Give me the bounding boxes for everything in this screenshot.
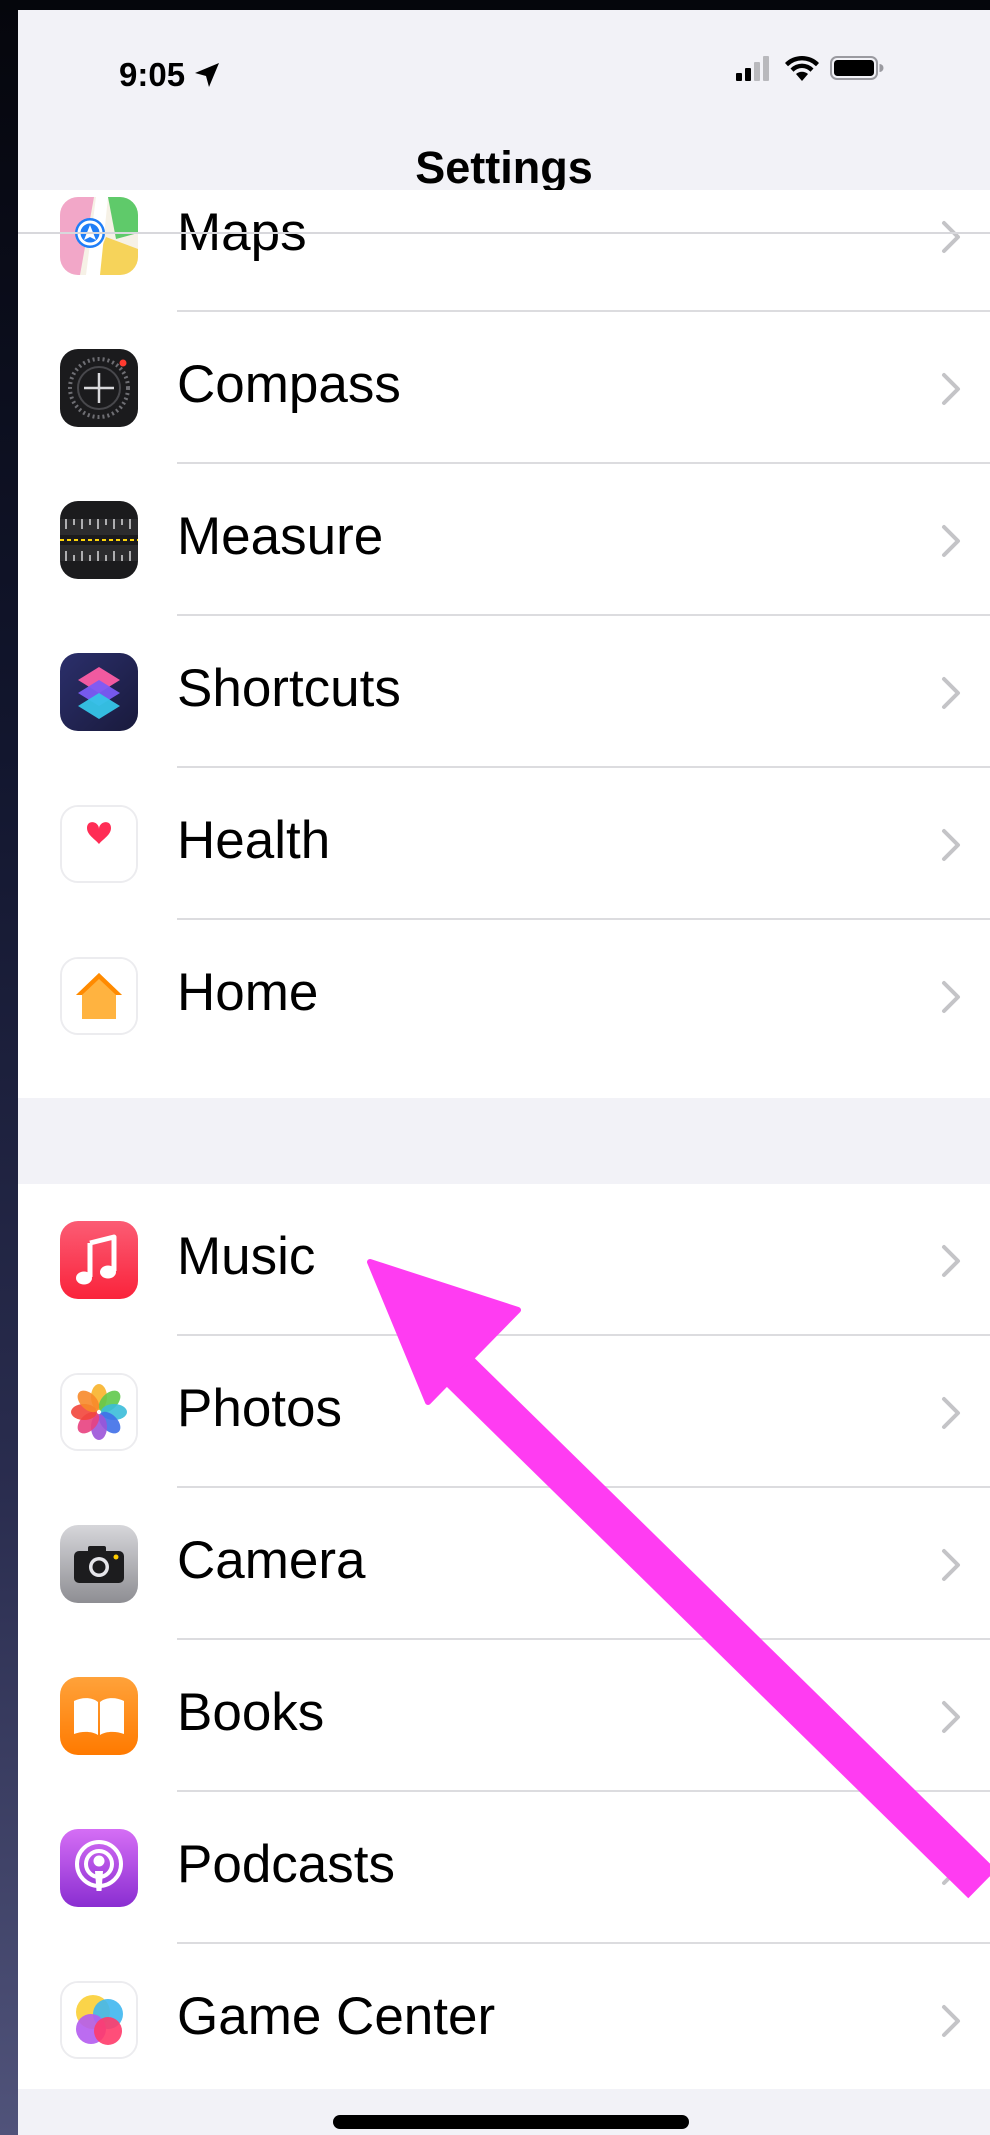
music-icon [60, 1221, 138, 1299]
settings-row-maps[interactable]: Maps [18, 190, 990, 312]
chevron-right-icon [942, 1397, 960, 1429]
maps-icon [60, 197, 138, 275]
status-time: 9:05 [119, 56, 221, 94]
settings-row-photos[interactable]: Photos [18, 1336, 990, 1488]
chevron-right-icon [942, 1245, 960, 1277]
health-icon [60, 805, 138, 883]
settings-row-label: Camera [177, 1531, 366, 1590]
settings-row-label: Books [177, 1683, 325, 1742]
home-icon [60, 957, 138, 1035]
settings-row-label: Music [177, 1227, 316, 1286]
compass-icon [60, 349, 138, 427]
settings-group-media: Music Photos Camera Books Podcasts Game … [18, 1184, 990, 2089]
settings-row-measure[interactable]: Measure [18, 464, 990, 616]
game-center-icon [60, 1981, 138, 2059]
chevron-right-icon [942, 373, 960, 405]
time-text: 9:05 [119, 56, 186, 93]
measure-icon [60, 501, 138, 579]
settings-row-label: Game Center [177, 1987, 496, 2046]
settings-group-apps: Maps Compass Measure Shortcuts Health Ho… [18, 190, 990, 1098]
location-arrow-icon [195, 63, 220, 87]
books-icon [60, 1677, 138, 1755]
battery-icon [830, 56, 884, 80]
chevron-right-icon [942, 2005, 960, 2037]
status-icons [736, 54, 884, 82]
settings-row-label: Podcasts [177, 1835, 396, 1894]
status-bar: 9:05 [18, 10, 990, 135]
chevron-right-icon [942, 677, 960, 709]
chevron-right-icon [942, 1549, 960, 1581]
camera-icon [60, 1525, 138, 1603]
home-indicator[interactable] [333, 2115, 689, 2129]
settings-row-health[interactable]: Health [18, 768, 990, 920]
nav-bar-separator [18, 232, 990, 234]
cellular-signal-icon [736, 56, 769, 81]
settings-row-label: Photos [177, 1379, 343, 1438]
settings-screen: 9:05 Settings Maps Compass Measure Short… [18, 10, 990, 2135]
settings-row-label: Compass [177, 355, 401, 414]
settings-row-music[interactable]: Music [18, 1184, 990, 1336]
settings-row-home[interactable]: Home [18, 920, 990, 1072]
settings-row-label: Home [177, 963, 319, 1022]
settings-row-camera[interactable]: Camera [18, 1488, 990, 1640]
photos-icon [60, 1373, 138, 1451]
chevron-right-icon [942, 981, 960, 1013]
podcasts-icon [60, 1829, 138, 1907]
chevron-right-icon [942, 221, 960, 253]
wifi-icon [785, 55, 819, 81]
settings-row-game-center[interactable]: Game Center [18, 1944, 990, 2089]
page-title: Settings [415, 142, 593, 193]
settings-row-label: Health [177, 811, 331, 870]
settings-row-compass[interactable]: Compass [18, 312, 990, 464]
settings-row-books[interactable]: Books [18, 1640, 990, 1792]
chevron-right-icon [942, 525, 960, 557]
settings-row-shortcuts[interactable]: Shortcuts [18, 616, 990, 768]
settings-row-podcasts[interactable]: Podcasts [18, 1792, 990, 1944]
settings-row-label: Measure [177, 507, 384, 566]
settings-row-label: Shortcuts [177, 659, 401, 718]
chevron-right-icon [942, 1701, 960, 1733]
chevron-right-icon [942, 829, 960, 861]
shortcuts-icon [60, 653, 138, 731]
chevron-right-icon [942, 1853, 960, 1885]
